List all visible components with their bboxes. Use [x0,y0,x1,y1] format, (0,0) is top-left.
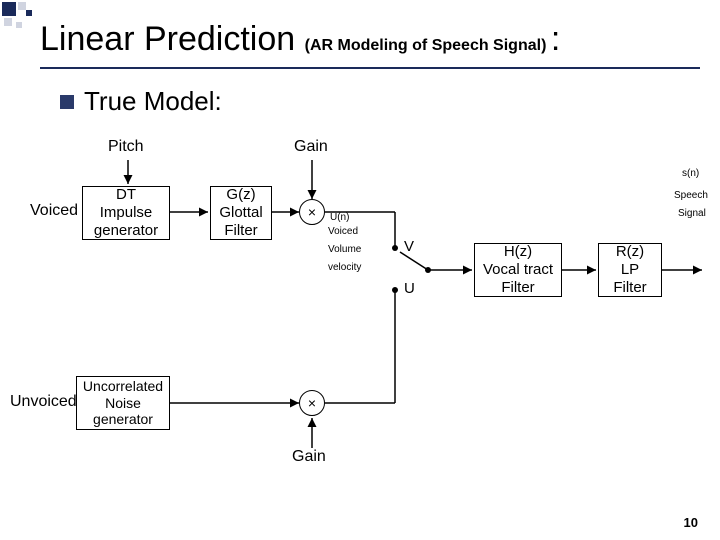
label-unvoiced: Unvoiced [10,393,77,411]
multiplier-top: × [299,199,325,225]
block-line: generator [93,411,153,428]
block-lp-filter: R(z) LP Filter [598,243,662,297]
block-line: Glottal [219,204,262,222]
diagram-wires [0,130,720,490]
switch-terminal-v [392,245,398,251]
label-u: U [404,280,415,297]
label-volume: Volume [328,244,361,255]
block-dt-impulse: DT Impulse generator [82,186,170,240]
block-line: Filter [613,279,646,297]
switch-common [425,267,431,273]
label-voiced: Voiced [30,202,78,220]
label-v: V [404,238,414,255]
block-line: Vocal tract [483,261,553,279]
label-gain-top: Gain [294,138,328,156]
block-vocal-tract: H(z) Vocal tract Filter [474,243,562,297]
switch-terminal-u [392,287,398,293]
label-speech: Speech [674,190,708,201]
block-noise: Uncorrelated Noise generator [76,376,170,430]
block-diagram: Pitch Gain Voiced Unvoiced Gain U(n) Voi… [0,130,720,490]
bullet-square-icon [60,95,74,109]
title-colon: : [551,20,560,58]
mult-symbol: × [308,395,316,411]
block-line: Uncorrelated [83,378,163,395]
block-line: R(z) [616,243,644,261]
block-glottal: G(z) Glottal Filter [210,186,272,240]
multiplier-bottom: × [299,390,325,416]
bullet-item: True Model: [60,86,222,117]
bullet-text: True Model: [84,86,222,117]
label-pitch: Pitch [108,138,144,156]
slide-title: Linear Prediction (AR Modeling of Speech… [40,20,700,69]
label-sn: s(n) [682,168,699,179]
label-voiced-small: Voiced [328,226,358,237]
block-line: generator [94,222,158,240]
mult-symbol: × [308,204,316,220]
block-line: LP [621,261,639,279]
block-line: Filter [224,222,257,240]
label-gain-bottom: Gain [292,448,326,466]
block-line: Noise [105,395,141,412]
block-line: DT [116,186,136,204]
title-subtitle: (AR Modeling of Speech Signal) [305,37,547,54]
label-signal: Signal [678,208,706,219]
block-line: Impulse [100,204,153,222]
block-line: Filter [501,279,534,297]
page-number: 10 [684,515,698,530]
label-un: U(n) [330,212,349,223]
block-line: G(z) [226,186,255,204]
title-main: Linear Prediction [40,20,305,58]
label-velocity: velocity [328,262,361,273]
block-line: H(z) [504,243,532,261]
